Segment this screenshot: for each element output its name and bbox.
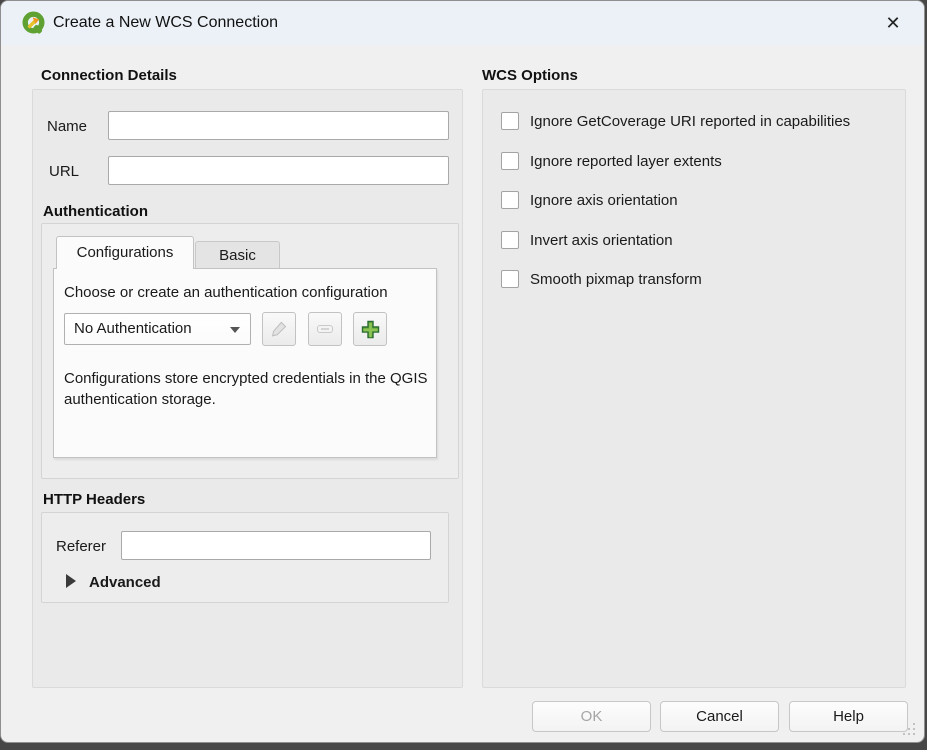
window-title: Create a New WCS Connection xyxy=(53,1,278,45)
auth-storage-description: Configurations store encrypted credentia… xyxy=(64,368,430,410)
qgis-logo-icon xyxy=(22,11,46,35)
titlebar: Create a New WCS Connection ✕ xyxy=(1,1,924,45)
close-icon[interactable]: ✕ xyxy=(876,1,910,45)
auth-config-select-value: No Authentication xyxy=(74,320,192,337)
wcs-options-groupbox xyxy=(482,89,906,688)
pencil-icon xyxy=(269,319,289,339)
add-auth-button[interactable] xyxy=(353,312,387,346)
referer-input[interactable] xyxy=(121,531,431,560)
name-label: Name xyxy=(47,118,87,135)
checkbox-invert-axis-orientation[interactable]: Invert axis orientation xyxy=(501,230,673,250)
checkbox-icon xyxy=(501,152,519,170)
checkbox-icon xyxy=(501,270,519,288)
minus-icon xyxy=(315,319,335,339)
checkbox-label: Smooth pixmap transform xyxy=(530,271,702,288)
url-input[interactable] xyxy=(108,156,449,185)
checkbox-icon xyxy=(501,231,519,249)
checkbox-ignore-getcoverage-uri[interactable]: Ignore GetCoverage URI reported in capab… xyxy=(501,111,850,131)
connection-details-title: Connection Details xyxy=(41,67,177,84)
checkbox-label: Ignore reported layer extents xyxy=(530,153,722,170)
referer-label: Referer xyxy=(56,538,106,555)
checkbox-ignore-axis-orientation[interactable]: Ignore axis orientation xyxy=(501,190,678,210)
plus-icon xyxy=(360,319,381,340)
advanced-expander-label[interactable]: Advanced xyxy=(89,574,161,591)
authentication-title: Authentication xyxy=(43,203,148,220)
checkbox-label: Ignore GetCoverage URI reported in capab… xyxy=(530,113,850,130)
resize-grip[interactable] xyxy=(901,721,915,735)
remove-auth-button xyxy=(308,312,342,346)
help-button[interactable]: Help xyxy=(789,701,908,732)
auth-config-select[interactable]: No Authentication xyxy=(64,313,251,345)
choose-config-label: Choose or create an authentication confi… xyxy=(64,284,388,301)
tab-basic[interactable]: Basic xyxy=(195,241,280,269)
name-input[interactable] xyxy=(108,111,449,140)
wcs-connection-dialog: Create a New WCS Connection ✕ Connection… xyxy=(0,0,925,743)
chevron-down-icon xyxy=(230,327,240,333)
advanced-expander-icon[interactable] xyxy=(66,574,76,588)
checkbox-icon xyxy=(501,112,519,130)
checkbox-label: Ignore axis orientation xyxy=(530,192,678,209)
edit-auth-button xyxy=(262,312,296,346)
checkbox-label: Invert axis orientation xyxy=(530,232,673,249)
tab-configurations[interactable]: Configurations xyxy=(56,236,194,269)
ok-button[interactable]: OK xyxy=(532,701,651,732)
checkbox-smooth-pixmap-transform[interactable]: Smooth pixmap transform xyxy=(501,269,702,289)
wcs-options-title: WCS Options xyxy=(482,67,578,84)
checkbox-ignore-layer-extents[interactable]: Ignore reported layer extents xyxy=(501,151,722,171)
url-label: URL xyxy=(49,163,79,180)
checkbox-icon xyxy=(501,191,519,209)
cancel-button[interactable]: Cancel xyxy=(660,701,779,732)
http-headers-title: HTTP Headers xyxy=(43,491,145,508)
